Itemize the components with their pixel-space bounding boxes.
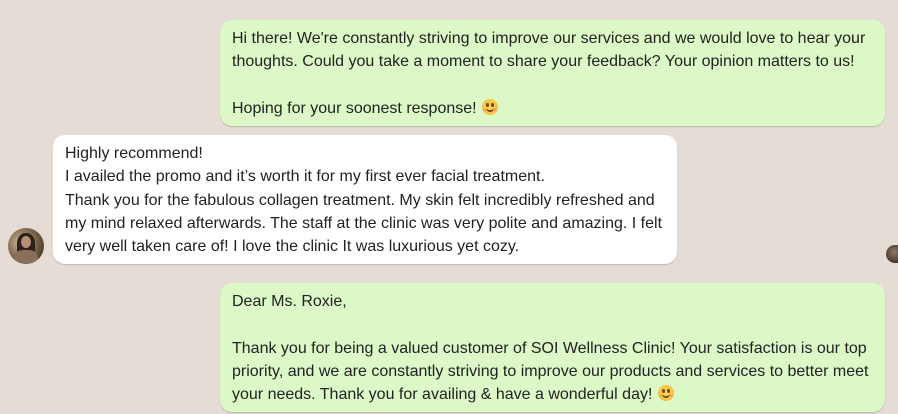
smiling-face-emoji-icon xyxy=(482,98,499,115)
message-text: your needs. Thank you for availing & hav… xyxy=(232,386,653,404)
outgoing-message-bubble[interactable]: Dear Ms. Roxie, Thank you for being a va… xyxy=(220,283,885,412)
message-line: Dear Ms. Roxie, xyxy=(232,293,347,310)
message-line: very well taken care of! I love the clin… xyxy=(65,238,520,256)
smiling-face-emoji-icon xyxy=(657,385,674,402)
message-line: my mind relaxed afterwards. The staff at… xyxy=(65,214,663,232)
customer-avatar[interactable] xyxy=(8,228,44,264)
message-line-with-emoji: your needs. Thank you for availing & hav… xyxy=(232,383,873,406)
message-line: Thank you for the fabulous collagen trea… xyxy=(65,191,655,209)
message-line: Highly recommend! xyxy=(65,145,203,162)
message-text: Hoping for your soonest response! xyxy=(232,99,477,117)
message-line: priority, and we are constantly striving… xyxy=(232,362,869,380)
partial-avatar xyxy=(886,245,898,263)
message-line: thoughts. Could you take a moment to sha… xyxy=(232,53,855,71)
chat-conversation: Hi there! We're constantly striving to i… xyxy=(0,0,898,414)
message-line-blank xyxy=(232,313,873,336)
message-line: Thank you for being a valued customer of… xyxy=(232,339,867,357)
outgoing-message-bubble[interactable]: Hi there! We're constantly striving to i… xyxy=(220,20,885,126)
message-line-with-emoji: Hoping for your soonest response! xyxy=(232,97,873,120)
incoming-message-bubble[interactable]: Highly recommend! I availed the promo an… xyxy=(53,135,677,264)
message-line: Hi there! We're constantly striving to i… xyxy=(232,30,866,47)
message-line-blank xyxy=(232,74,873,97)
message-line: I availed the promo and it’s worth it fo… xyxy=(65,168,545,186)
